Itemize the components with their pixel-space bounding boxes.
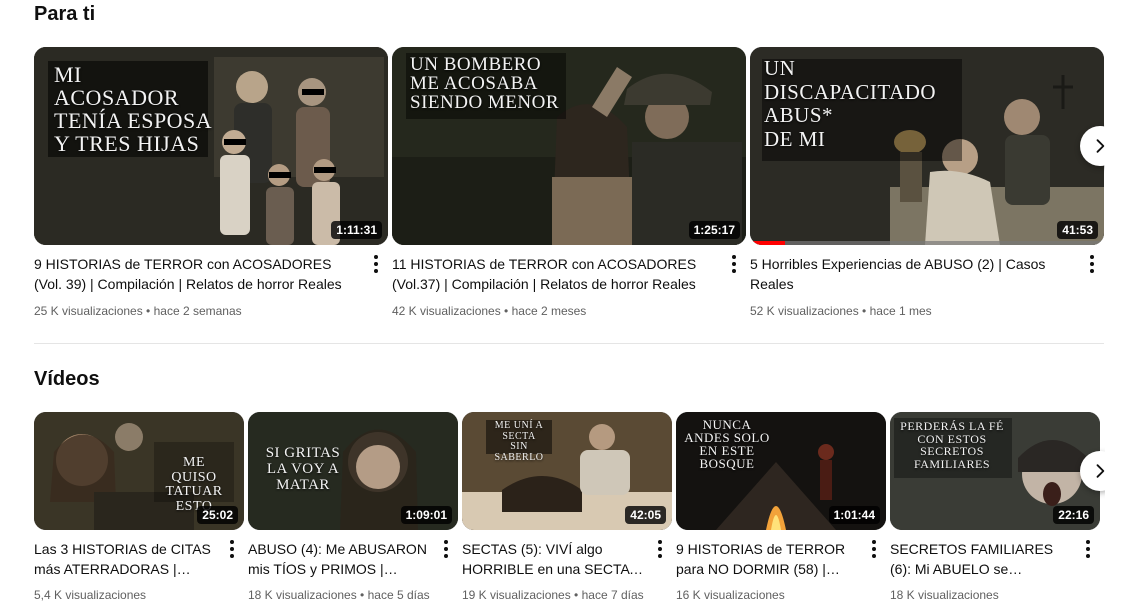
watch-progress-fill (750, 241, 786, 245)
video-card[interactable]: ME UNÍ A SECTA SIN SABERLO 42:05 SECTAS … (462, 412, 672, 604)
more-vertical-icon[interactable] (726, 254, 742, 274)
shelf-para-ti: MI ACOSADOR TENÍA ESPOSA Y TRES HIJAS 1:… (34, 47, 1104, 320)
video-meta: 5 Horribles Experiencias de ABUSO (2) | … (750, 254, 1104, 320)
video-meta: 9 HISTORIAS de TERROR con ACOSADORES (Vo… (34, 254, 388, 320)
more-vertical-icon[interactable] (1084, 254, 1100, 274)
video-meta: ABUSO (4): Me ABUSARON mis TÍOS y PRIMOS… (248, 539, 458, 604)
more-vertical-icon[interactable] (652, 539, 668, 559)
video-title[interactable]: SECRETOS FAMILIARES (6): Mi ABUELO se DE… (890, 539, 1074, 579)
video-stats: 52 K visualizaciones • hace 1 mes (750, 304, 932, 318)
more-vertical-icon[interactable] (438, 539, 454, 559)
video-meta: SECTAS (5): VIVÍ algo HORRIBLE en una SE… (462, 539, 672, 604)
video-title[interactable]: 9 HISTORIAS de TERROR con ACOSADORES (Vo… (34, 254, 362, 294)
video-thumbnail[interactable]: UN BOMBERO ME ACOSABA SIENDO MENOR 1:25:… (392, 47, 746, 245)
section-divider (34, 343, 1104, 344)
thumbnail-caption: MI ACOSADOR TENÍA ESPOSA Y TRES HIJAS (54, 62, 213, 157)
video-meta: Las 3 HISTORIAS de CITAS más ATERRADORAS… (34, 539, 244, 604)
video-stats: 16 K visualizaciones (676, 588, 785, 602)
video-title[interactable]: ABUSO (4): Me ABUSARON mis TÍOS y PRIMOS… (248, 539, 432, 579)
video-card[interactable]: NUNCA ANDES SOLO EN ESTE BOSQUE 1:01:44 … (676, 412, 886, 604)
video-stats: 19 K visualizaciones • hace 7 días (462, 588, 644, 602)
video-meta: 11 HISTORIAS de TERROR con ACOSADORES (V… (392, 254, 746, 320)
duration-badge: 1:25:17 (688, 221, 740, 239)
video-stats: 18 K visualizaciones (890, 588, 999, 602)
video-thumbnail[interactable]: NUNCA ANDES SOLO EN ESTE BOSQUE 1:01:44 (676, 412, 886, 530)
video-meta: SECRETOS FAMILIARES (6): Mi ABUELO se DE… (890, 539, 1100, 604)
video-thumbnail[interactable]: PERDERÁS LA FÉ CON ESTOS SECRETOS FAMILI… (890, 412, 1100, 530)
video-stats: 42 K visualizaciones • hace 2 meses (392, 304, 587, 318)
duration-badge: 41:53 (1057, 221, 1098, 239)
duration-badge: 25:02 (197, 506, 238, 524)
video-thumbnail[interactable]: SI GRITAS LA VOY A MATAR 1:09:01 (248, 412, 458, 530)
video-meta: 9 HISTORIAS de TERROR para NO DORMIR (58… (676, 539, 886, 604)
video-thumbnail[interactable]: ME UNÍ A SECTA SIN SABERLO 42:05 (462, 412, 672, 530)
duration-badge: 1:09:01 (400, 506, 452, 524)
video-card[interactable]: SI GRITAS LA VOY A MATAR 1:09:01 ABUSO (… (248, 412, 458, 604)
video-card[interactable]: MI ACOSADOR TENÍA ESPOSA Y TRES HIJAS 1:… (34, 47, 388, 320)
video-stats: 18 K visualizaciones • hace 5 días (248, 588, 430, 602)
section-title-videos: Vídeos (34, 368, 100, 390)
duration-badge: 1:11:31 (331, 221, 382, 239)
feed: Para ti MI ACOSADOR TENÍA ESPOSA Y TRES … (0, 0, 1105, 606)
thumbnail-caption: UN BOMBERO ME ACOSABA SIENDO MENOR (410, 54, 560, 113)
more-vertical-icon[interactable] (866, 539, 882, 559)
thumbnail-caption: SI GRITAS LA VOY A MATAR (265, 445, 341, 493)
thumbnail-caption: ME UNÍ A SECTA SIN SABERLO (494, 420, 544, 463)
video-card[interactable]: UN BOMBERO ME ACOSABA SIENDO MENOR 1:25:… (392, 47, 746, 320)
video-card[interactable]: ME QUISO TATUAR ESTO 25:02 Las 3 HISTORI… (34, 412, 244, 604)
more-vertical-icon[interactable] (368, 254, 384, 274)
video-thumbnail[interactable]: UN DISCAPACITADO ABUS* DE MI 41:53 (750, 47, 1104, 245)
video-stats: 5,4 K visualizaciones (34, 588, 147, 602)
more-vertical-icon[interactable] (224, 539, 240, 559)
video-thumbnail[interactable]: MI ACOSADOR TENÍA ESPOSA Y TRES HIJAS 1:… (34, 47, 388, 245)
video-thumbnail[interactable]: ME QUISO TATUAR ESTO 25:02 (34, 412, 244, 530)
video-title[interactable]: 11 HISTORIAS de TERROR con ACOSADORES (V… (392, 254, 720, 294)
video-card[interactable]: UN DISCAPACITADO ABUS* DE MI 41:53 5 Hor… (750, 47, 1104, 320)
video-title[interactable]: 9 HISTORIAS de TERROR para NO DORMIR (58… (676, 539, 860, 579)
video-title[interactable]: 5 Horribles Experiencias de ABUSO (2) | … (750, 254, 1078, 294)
thumbnail-caption: UN DISCAPACITADO ABUS* DE MI (764, 56, 937, 151)
watch-progress-bar (750, 241, 1104, 245)
thumbnail-caption: PERDERÁS LA FÉ CON ESTOS SECRETOS FAMILI… (900, 419, 1004, 471)
section-title-para-ti: Para ti (34, 3, 96, 25)
thumbnail-caption: NUNCA ANDES SOLO EN ESTE BOSQUE (684, 417, 770, 471)
video-card[interactable]: PERDERÁS LA FÉ CON ESTOS SECRETOS FAMILI… (890, 412, 1100, 604)
video-title[interactable]: Las 3 HISTORIAS de CITAS más ATERRADORAS… (34, 539, 218, 579)
duration-badge: 1:01:44 (828, 506, 880, 524)
shelf-videos: ME QUISO TATUAR ESTO 25:02 Las 3 HISTORI… (34, 412, 1100, 604)
video-title[interactable]: SECTAS (5): VIVÍ algo HORRIBLE en una SE… (462, 539, 646, 579)
video-stats: 25 K visualizaciones • hace 2 semanas (34, 304, 242, 318)
duration-badge: 22:16 (1053, 506, 1094, 524)
more-vertical-icon[interactable] (1080, 539, 1096, 559)
duration-badge: 42:05 (625, 506, 666, 524)
